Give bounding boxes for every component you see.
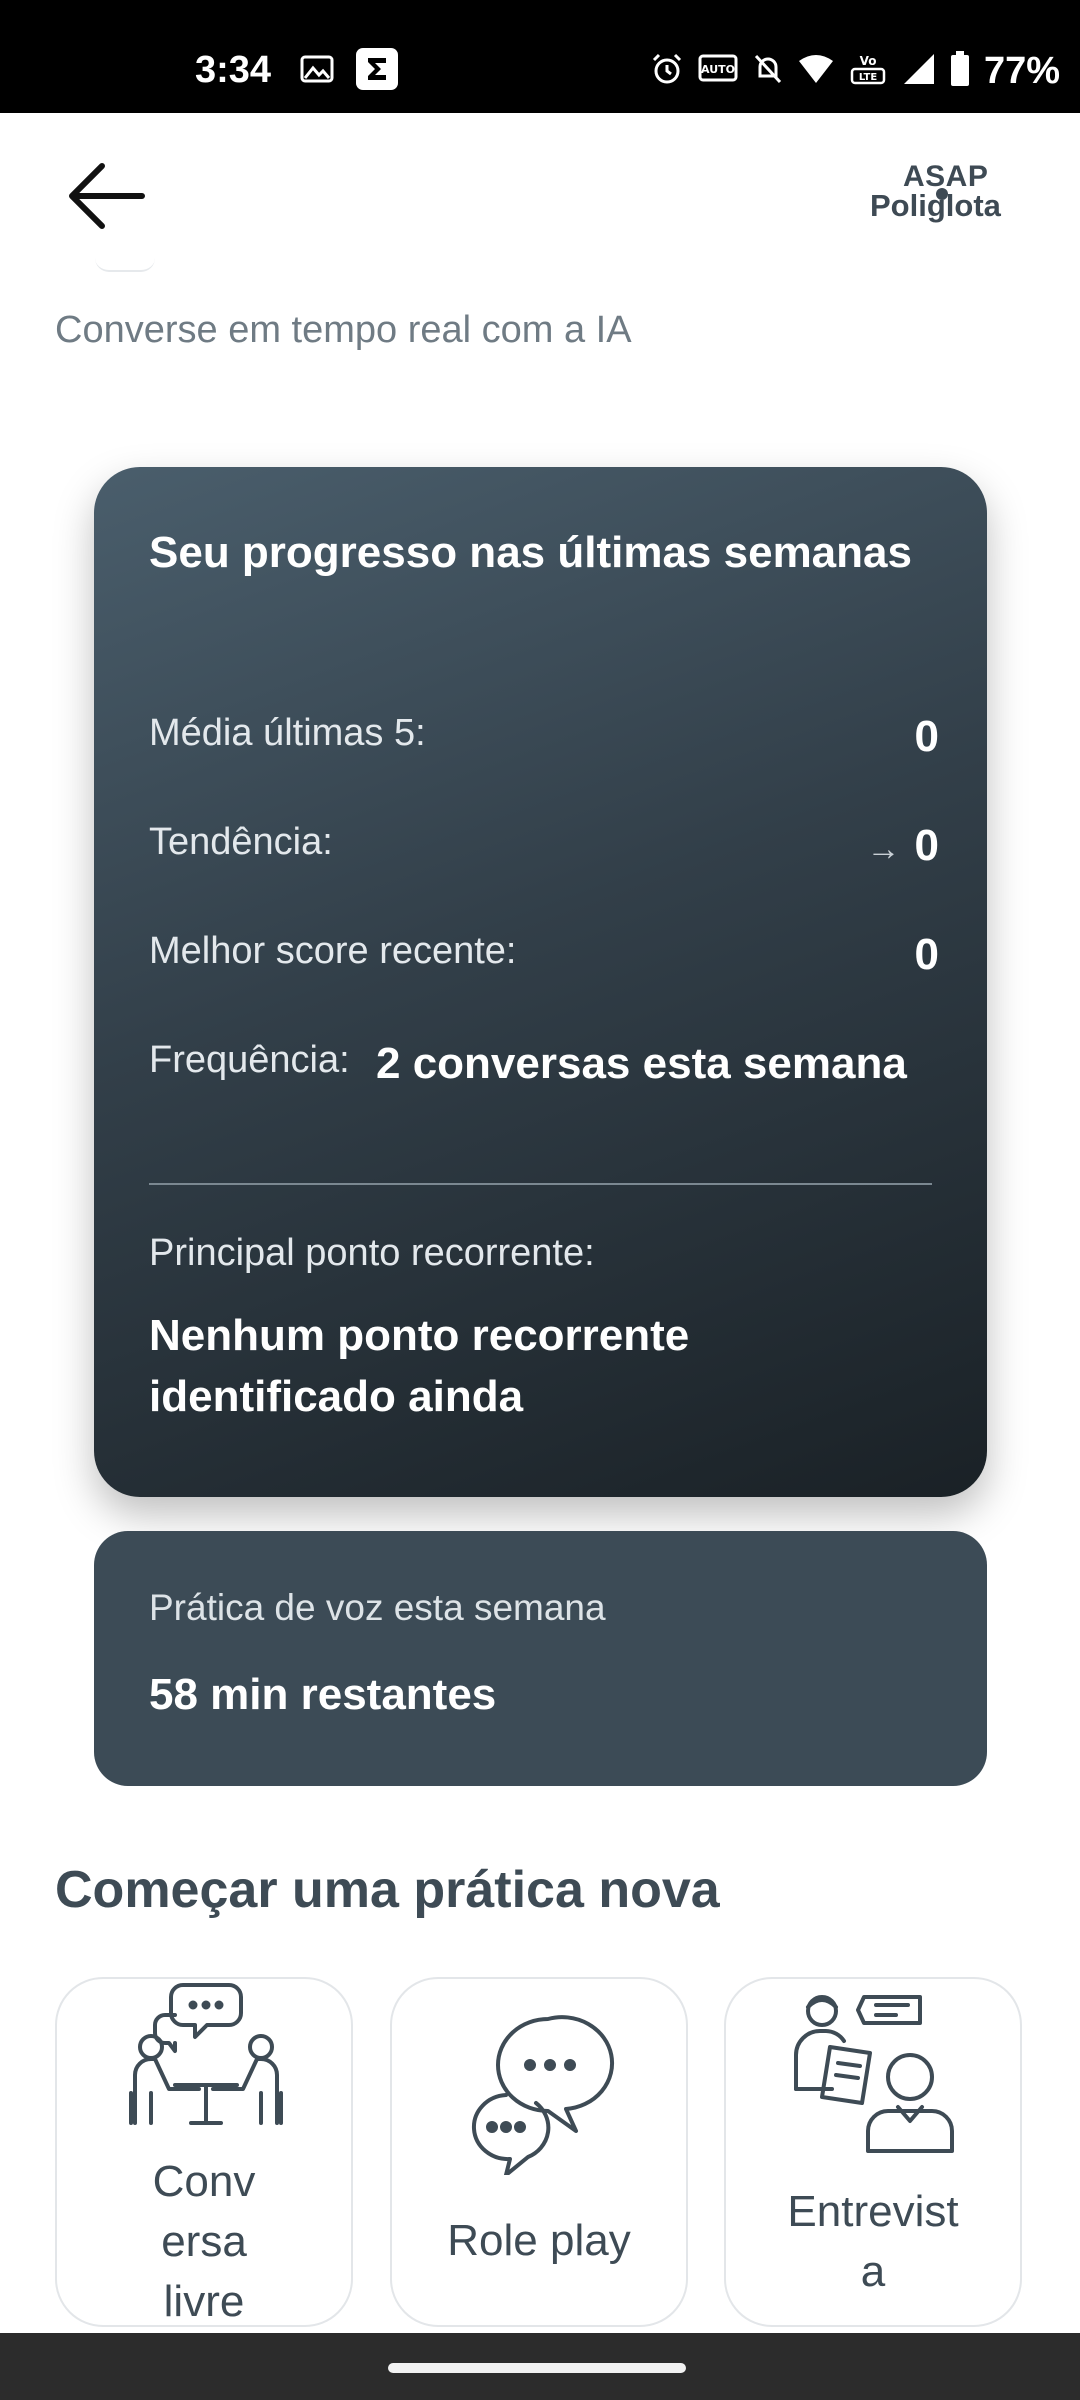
bell-off-icon [752,52,784,91]
average-label: Média últimas 5: [149,712,426,754]
logo-line-2: Poliglota [870,188,1001,223]
tile-label-line-1: Conv [152,2157,256,2206]
status-bar: 3:34 AUTO Vo LTE 77% [0,0,1080,113]
recurrent-point-value: Nenhum ponto recorrente identificado ain… [149,1311,690,1421]
battery-icon [950,50,970,92]
arrow-left-icon [69,163,145,229]
frequency-label: Frequência: [149,1039,350,1081]
tile-label-free-conversation: Conv ersa livre [57,2152,351,2326]
stat-row-best: Melhor score recente: 0 [149,925,939,985]
auto-hz-icon: AUTO [698,52,738,91]
tile-label-role-play: Role play [447,2216,631,2265]
app-logo: ASAP Poliglota [865,161,1040,241]
app-bar: ASAP Poliglota [0,113,1080,263]
volte-icon: Vo LTE [848,51,888,92]
tile-label-line-1: Entrevist [787,2187,959,2236]
svg-text:Vo: Vo [860,54,877,68]
practice-tile-free-conversation[interactable]: Conv ersa livre [55,1977,353,2327]
stat-row-frequency: Frequência: 2 conversas esta semana [149,1034,939,1094]
battery-level: 77% [983,50,1060,92]
average-value: 0 [914,712,939,761]
home-gesture-handle[interactable] [388,2363,686,2373]
svg-text:LTE: LTE [859,72,878,83]
interview-icon [794,1995,954,2153]
frequency-value: 2 conversas esta semana [376,1039,907,1088]
voice-practice-remaining: 58 min restantes [149,1670,497,1719]
recurrent-point-label: Principal ponto recorrente: [149,1232,595,1274]
svg-text:AUTO: AUTO [701,63,735,76]
chat-bubbles-icon [471,2015,615,2175]
tile-label-interview: Entrevist a [726,2182,1020,2302]
stat-row-average: Média últimas 5: 0 [149,707,939,767]
signal-icon [902,52,936,91]
voice-practice-label: Prática de voz esta semana [149,1587,606,1628]
wifi-icon [798,53,834,90]
trend-value-wrap: → 0 [867,818,939,877]
practice-tile-role-play[interactable]: Role play [390,1977,688,2327]
conversation-table-icon [129,1983,283,2125]
tile-label-line-2: ersa [161,2217,247,2266]
image-icon [300,54,334,89]
tile-label-line-2: a [860,2247,886,2296]
progress-card-title: Seu progresso nas últimas semanas [149,528,912,577]
practice-tile-interview[interactable]: Entrevist a [724,1977,1022,2327]
best-score-label: Melhor score recente: [149,930,517,972]
scroll-fade-decoration [95,258,155,272]
system-navigation-bar [0,2333,1080,2400]
trend-value: 0 [914,821,939,870]
section-title-new-practice: Começar uma prática nova [55,1861,720,1919]
tile-label-line-3: livre [163,2277,245,2326]
back-button[interactable] [62,151,152,241]
trend-arrow-icon: → [866,830,901,868]
voice-practice-card: Prática de voz esta semana 58 min restan… [94,1531,987,1786]
alarm-icon [650,52,684,91]
page-subtitle: Converse em tempo real com a IA [55,309,632,351]
stat-row-trend: Tendência: → 0 [149,816,939,876]
sigma-app-icon [356,48,398,95]
progress-card: Seu progresso nas últimas semanas Média … [94,467,987,1497]
status-time: 3:34 [195,49,272,91]
trend-label: Tendência: [149,821,333,863]
best-score-value: 0 [914,930,939,979]
card-divider [149,1183,932,1185]
